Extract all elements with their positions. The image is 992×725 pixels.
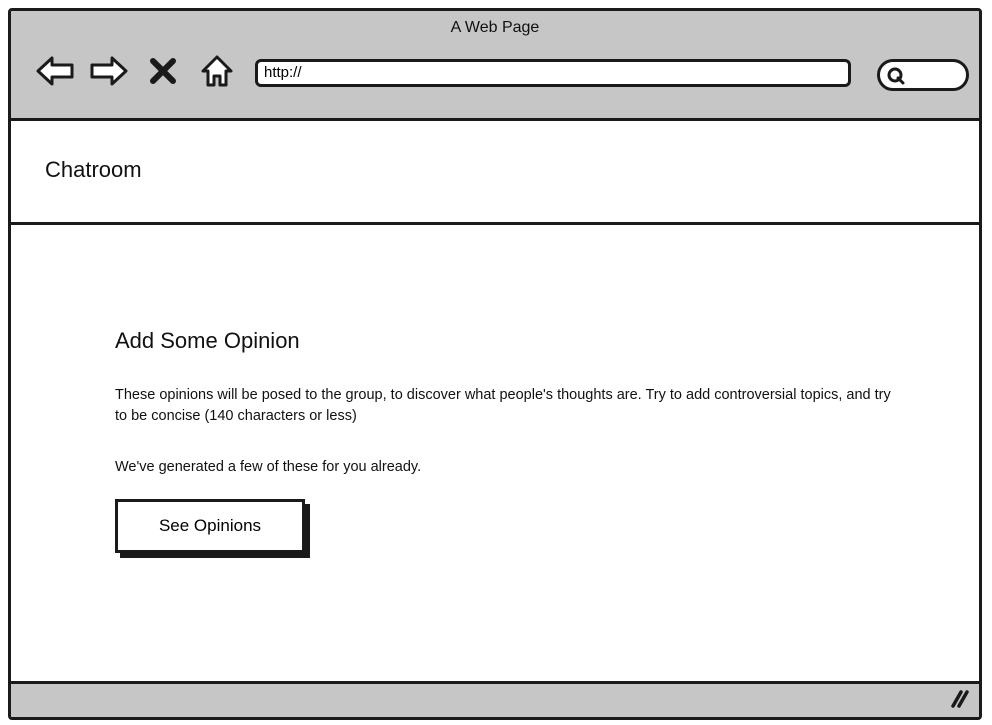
instructions-text: These opinions will be posed to the grou… — [115, 387, 891, 424]
forward-arrow-icon[interactable] — [87, 53, 131, 89]
main-content: Add Some Opinion These opinions will be … — [11, 225, 979, 687]
resize-grip-icon[interactable] — [947, 686, 969, 713]
close-x-icon[interactable] — [141, 53, 185, 89]
app-title: Chatroom — [45, 157, 142, 182]
status-bar — [11, 681, 979, 717]
see-opinions-button[interactable]: See Opinions — [115, 499, 305, 553]
nav-buttons — [33, 53, 239, 89]
url-input[interactable] — [264, 64, 819, 81]
browser-toolbar: A Web Page — [11, 11, 979, 121]
section-heading: Add Some Opinion — [115, 328, 300, 353]
app-header: Chatroom — [11, 121, 979, 225]
search-icon — [886, 66, 906, 91]
address-bar[interactable] — [255, 59, 851, 87]
generated-note-text: We've generated a few of these for you a… — [115, 459, 422, 475]
back-arrow-icon[interactable] — [33, 53, 77, 89]
browser-window: A Web Page http:// Chatroom Add Some Opi… — [8, 8, 982, 720]
home-icon[interactable] — [195, 53, 239, 89]
window-title: A Web Page — [450, 19, 540, 36]
search-box[interactable] — [877, 59, 969, 91]
